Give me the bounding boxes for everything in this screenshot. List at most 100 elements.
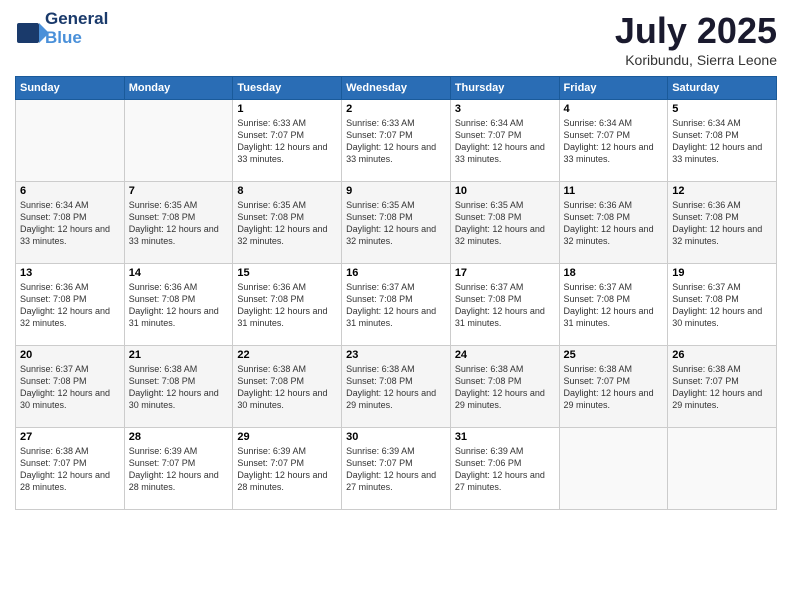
day-number: 8	[237, 185, 337, 197]
day-number: 24	[455, 349, 555, 361]
day-info: Sunrise: 6:36 AM Sunset: 7:08 PM Dayligh…	[672, 199, 772, 248]
day-info: Sunrise: 6:34 AM Sunset: 7:08 PM Dayligh…	[20, 199, 120, 248]
day-number: 4	[564, 103, 664, 115]
calendar-page: General Blue July 2025 Koribundu, Sierra…	[0, 0, 792, 612]
day-number: 1	[237, 103, 337, 115]
day-number: 14	[129, 267, 229, 279]
calendar-cell: 21 Sunrise: 6:38 AM Sunset: 7:08 PM Dayli…	[124, 346, 233, 428]
day-number: 30	[346, 431, 446, 443]
day-info: Sunrise: 6:39 AM Sunset: 7:07 PM Dayligh…	[129, 445, 229, 494]
calendar-cell	[559, 428, 668, 510]
day-number: 27	[20, 431, 120, 443]
calendar-cell: 27 Sunrise: 6:38 AM Sunset: 7:07 PM Dayli…	[16, 428, 125, 510]
day-number: 3	[455, 103, 555, 115]
calendar-week-1: 1 Sunrise: 6:33 AM Sunset: 7:07 PM Daylig…	[16, 100, 777, 182]
calendar-cell: 4 Sunrise: 6:34 AM Sunset: 7:07 PM Daylig…	[559, 100, 668, 182]
day-info: Sunrise: 6:38 AM Sunset: 7:07 PM Dayligh…	[564, 363, 664, 412]
calendar-week-3: 13Sunrise: 6:36 AM Sunset: 7:08 PM Dayli…	[16, 264, 777, 346]
calendar-cell: 29 Sunrise: 6:39 AM Sunset: 7:07 PM Dayli…	[233, 428, 342, 510]
day-info: Sunrise: 6:39 AM Sunset: 7:06 PM Dayligh…	[455, 445, 555, 494]
calendar-cell: 24 Sunrise: 6:38 AM Sunset: 7:08 PM Dayli…	[450, 346, 559, 428]
day-number: 19	[672, 267, 772, 279]
calendar-cell: 12Sunrise: 6:36 AM Sunset: 7:08 PM Dayli…	[668, 182, 777, 264]
calendar-cell: 23Sunrise: 6:38 AM Sunset: 7:08 PM Dayli…	[342, 346, 451, 428]
day-header-sunday: Sunday	[16, 77, 125, 100]
calendar-week-5: 27 Sunrise: 6:38 AM Sunset: 7:07 PM Dayli…	[16, 428, 777, 510]
day-number: 9	[346, 185, 446, 197]
day-info: Sunrise: 6:38 AM Sunset: 7:07 PM Dayligh…	[20, 445, 120, 494]
calendar-cell: 9 Sunrise: 6:35 AM Sunset: 7:08 PM Daylig…	[342, 182, 451, 264]
day-number: 17	[455, 267, 555, 279]
day-info: Sunrise: 6:38 AM Sunset: 7:08 PM Dayligh…	[237, 363, 337, 412]
day-number: 28	[129, 431, 229, 443]
day-number: 7	[129, 185, 229, 197]
calendar-week-2: 6 Sunrise: 6:34 AM Sunset: 7:08 PM Daylig…	[16, 182, 777, 264]
day-info: Sunrise: 6:35 AM Sunset: 7:08 PM Dayligh…	[237, 199, 337, 248]
calendar-cell: 16 Sunrise: 6:37 AM Sunset: 7:08 PM Dayli…	[342, 264, 451, 346]
day-number: 23	[346, 349, 446, 361]
day-info: Sunrise: 6:34 AM Sunset: 7:07 PM Dayligh…	[564, 117, 664, 166]
day-info: Sunrise: 6:34 AM Sunset: 7:08 PM Dayligh…	[672, 117, 772, 166]
day-number: 22	[237, 349, 337, 361]
day-info: Sunrise: 6:35 AM Sunset: 7:08 PM Dayligh…	[129, 199, 229, 248]
day-header-monday: Monday	[124, 77, 233, 100]
day-info: Sunrise: 6:39 AM Sunset: 7:07 PM Dayligh…	[237, 445, 337, 494]
day-number: 29	[237, 431, 337, 443]
day-info: Sunrise: 6:37 AM Sunset: 7:08 PM Dayligh…	[455, 281, 555, 330]
day-number: 10	[455, 185, 555, 197]
day-number: 6	[20, 185, 120, 197]
calendar-cell: 28 Sunrise: 6:39 AM Sunset: 7:07 PM Dayli…	[124, 428, 233, 510]
day-info: Sunrise: 6:33 AM Sunset: 7:07 PM Dayligh…	[346, 117, 446, 166]
day-info: Sunrise: 6:37 AM Sunset: 7:08 PM Dayligh…	[346, 281, 446, 330]
calendar-cell: 14 Sunrise: 6:36 AM Sunset: 7:08 PM Dayli…	[124, 264, 233, 346]
day-info: Sunrise: 6:38 AM Sunset: 7:08 PM Dayligh…	[455, 363, 555, 412]
day-info: Sunrise: 6:39 AM Sunset: 7:07 PM Dayligh…	[346, 445, 446, 494]
days-header-row: SundayMondayTuesdayWednesdayThursdayFrid…	[16, 77, 777, 100]
calendar-week-4: 20Sunrise: 6:37 AM Sunset: 7:08 PM Dayli…	[16, 346, 777, 428]
calendar-cell: 17 Sunrise: 6:37 AM Sunset: 7:08 PM Dayli…	[450, 264, 559, 346]
calendar-cell	[16, 100, 125, 182]
day-info: Sunrise: 6:38 AM Sunset: 7:07 PM Dayligh…	[672, 363, 772, 412]
day-info: Sunrise: 6:37 AM Sunset: 7:08 PM Dayligh…	[672, 281, 772, 330]
calendar-cell	[124, 100, 233, 182]
day-header-tuesday: Tuesday	[233, 77, 342, 100]
calendar-cell: 8 Sunrise: 6:35 AM Sunset: 7:08 PM Daylig…	[233, 182, 342, 264]
calendar-cell	[668, 428, 777, 510]
day-number: 2	[346, 103, 446, 115]
day-number: 11	[564, 185, 664, 197]
calendar-cell: 5Sunrise: 6:34 AM Sunset: 7:08 PM Daylig…	[668, 100, 777, 182]
calendar-cell: 22 Sunrise: 6:38 AM Sunset: 7:08 PM Dayli…	[233, 346, 342, 428]
day-number: 26	[672, 349, 772, 361]
location: Koribundu, Sierra Leone	[615, 52, 777, 68]
calendar-table: SundayMondayTuesdayWednesdayThursdayFrid…	[15, 76, 777, 510]
day-header-friday: Friday	[559, 77, 668, 100]
day-header-saturday: Saturday	[668, 77, 777, 100]
day-header-thursday: Thursday	[450, 77, 559, 100]
calendar-cell: 26 Sunrise: 6:38 AM Sunset: 7:07 PM Dayli…	[668, 346, 777, 428]
day-info: Sunrise: 6:35 AM Sunset: 7:08 PM Dayligh…	[346, 199, 446, 248]
calendar-cell: 6 Sunrise: 6:34 AM Sunset: 7:08 PM Daylig…	[16, 182, 125, 264]
day-number: 21	[129, 349, 229, 361]
day-number: 31	[455, 431, 555, 443]
calendar-cell: 30 Sunrise: 6:39 AM Sunset: 7:07 PM Dayli…	[342, 428, 451, 510]
day-header-wednesday: Wednesday	[342, 77, 451, 100]
calendar-cell: 11Sunrise: 6:36 AM Sunset: 7:08 PM Dayli…	[559, 182, 668, 264]
day-info: Sunrise: 6:34 AM Sunset: 7:07 PM Dayligh…	[455, 117, 555, 166]
month-title: July 2025	[615, 10, 777, 52]
title-section: July 2025 Koribundu, Sierra Leone	[615, 10, 777, 68]
calendar-cell: 2 Sunrise: 6:33 AM Sunset: 7:07 PM Daylig…	[342, 100, 451, 182]
calendar-cell: 13Sunrise: 6:36 AM Sunset: 7:08 PM Dayli…	[16, 264, 125, 346]
day-info: Sunrise: 6:37 AM Sunset: 7:08 PM Dayligh…	[564, 281, 664, 330]
logo-icon	[15, 15, 43, 43]
day-info: Sunrise: 6:33 AM Sunset: 7:07 PM Dayligh…	[237, 117, 337, 166]
calendar-cell: 15Sunrise: 6:36 AM Sunset: 7:08 PM Dayli…	[233, 264, 342, 346]
calendar-cell: 3 Sunrise: 6:34 AM Sunset: 7:07 PM Daylig…	[450, 100, 559, 182]
calendar-cell: 18Sunrise: 6:37 AM Sunset: 7:08 PM Dayli…	[559, 264, 668, 346]
day-info: Sunrise: 6:38 AM Sunset: 7:08 PM Dayligh…	[129, 363, 229, 412]
calendar-cell: 25Sunrise: 6:38 AM Sunset: 7:07 PM Dayli…	[559, 346, 668, 428]
day-info: Sunrise: 6:36 AM Sunset: 7:08 PM Dayligh…	[129, 281, 229, 330]
header: General Blue July 2025 Koribundu, Sierra…	[15, 10, 777, 68]
day-number: 16	[346, 267, 446, 279]
calendar-cell: 31 Sunrise: 6:39 AM Sunset: 7:06 PM Dayli…	[450, 428, 559, 510]
calendar-cell: 1 Sunrise: 6:33 AM Sunset: 7:07 PM Daylig…	[233, 100, 342, 182]
